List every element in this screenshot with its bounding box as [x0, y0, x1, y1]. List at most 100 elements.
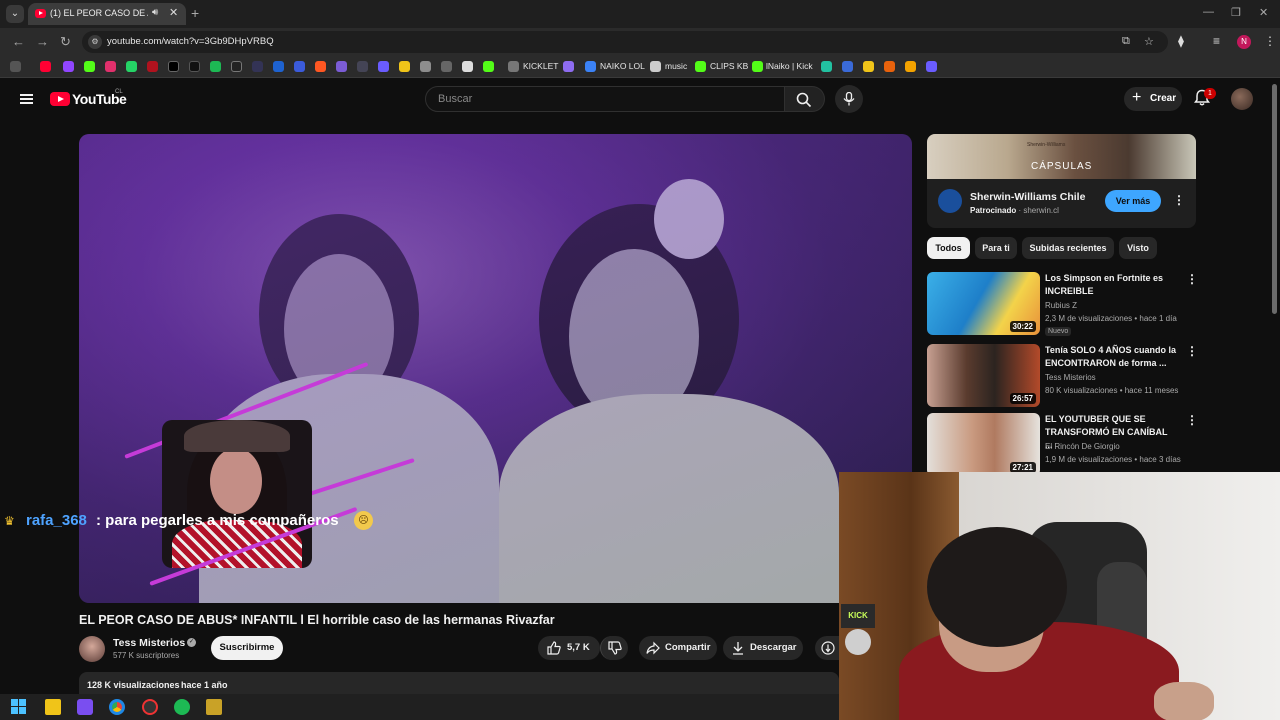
channel-name[interactable]: Tess Misterios — [113, 637, 185, 649]
video-title[interactable]: Tenía SOLO 4 AÑOS cuando la ENCONTRARON … — [1045, 344, 1177, 370]
bookmark-clips-kb[interactable]: CLIPS KB — [710, 61, 748, 71]
account-avatar[interactable] — [1231, 88, 1253, 110]
address-bar[interactable]: ⚙ youtube.com/watch?v=3Gb9DHpVRBQ ⧉ ☆ — [82, 31, 1168, 53]
recommended-video[interactable]: 27:21 EL YOUTUBER QUE SE TRANSFORMÓ EN C… — [927, 413, 1227, 477]
bookmark-teal-icon[interactable] — [821, 61, 832, 72]
voice-search-button[interactable] — [835, 85, 863, 113]
profile-avatar[interactable]: N — [1237, 35, 1251, 49]
like-button[interactable]: 5,7 K — [538, 636, 600, 660]
windows-start-icon[interactable] — [11, 699, 27, 715]
bookmark-naiko-kick[interactable]: lNaiko | Kick — [766, 61, 813, 71]
advertiser-name[interactable]: Sherwin-Williams Chile — [970, 191, 1085, 203]
forward-icon[interactable]: → — [36, 34, 49, 50]
video-title[interactable]: Los Simpson en Fortnite es INCREIBLE — [1045, 272, 1177, 298]
close-window-icon[interactable]: ✕ — [1259, 6, 1268, 19]
tab-search-button[interactable]: ⌄ — [6, 5, 24, 23]
league-icon[interactable] — [206, 699, 222, 715]
bookmark-kicklet-icon[interactable] — [508, 61, 519, 72]
back-icon[interactable]: ← — [12, 34, 25, 50]
bookmark-u-icon[interactable] — [905, 61, 916, 72]
subscribe-button[interactable]: Suscribirme — [211, 636, 283, 660]
file-explorer-icon[interactable] — [45, 699, 61, 715]
restore-icon[interactable]: ❐ — [1231, 6, 1241, 19]
bookmark-orange-icon[interactable] — [315, 61, 326, 72]
video-thumbnail[interactable]: 30:22 — [927, 272, 1040, 335]
bookmark-naiko-icon[interactable] — [585, 61, 596, 72]
browser-tab[interactable]: (1) EL PEOR CASO DE ABUS 🔊︎ ✕ — [28, 3, 186, 25]
site-info-icon[interactable]: ⚙ — [88, 35, 102, 49]
share-button[interactable]: Compartir — [639, 636, 717, 660]
download-button[interactable]: Descargar — [723, 636, 803, 660]
bookmark-yellow2-icon[interactable] — [863, 61, 874, 72]
bookmark-kicklet[interactable]: KICKLET — [523, 61, 558, 71]
bookmark-chart-icon[interactable] — [842, 61, 853, 72]
video-thumbnail[interactable]: 26:57 — [927, 344, 1040, 407]
bookmark-violet-icon[interactable] — [378, 61, 389, 72]
youtube-logo-icon[interactable] — [50, 92, 70, 106]
channel-avatar[interactable] — [79, 636, 105, 662]
bookmark-kick-icon[interactable] — [84, 61, 95, 72]
chip-visto[interactable]: Visto — [1119, 237, 1157, 259]
bookmark-purple-icon[interactable] — [336, 61, 347, 72]
bookmark-x-icon[interactable] — [168, 61, 179, 72]
bookmark-spotify-icon[interactable] — [210, 61, 221, 72]
channel-name[interactable]: Rubius Z — [1045, 301, 1077, 310]
recommended-video[interactable]: 30:22 Los Simpson en Fortnite es INCREIB… — [927, 272, 1227, 336]
speaker-icon[interactable]: 🔊︎ — [152, 7, 158, 18]
chrome-icon[interactable] — [109, 699, 125, 715]
taskbar-app-icon[interactable] — [77, 699, 93, 715]
bookmark-star-icon[interactable]: ☆ — [1144, 35, 1154, 48]
bookmark-clips-icon[interactable] — [695, 61, 706, 72]
minimize-icon[interactable]: — — [1203, 6, 1214, 18]
channel-name[interactable]: El Rincón De Giorgio — [1045, 442, 1120, 451]
create-button[interactable]: + Crear — [1124, 87, 1182, 111]
bookmark-yellow-icon[interactable] — [399, 61, 410, 72]
thanks-button[interactable] — [815, 636, 839, 660]
bookmark-whatsapp-icon[interactable] — [126, 61, 137, 72]
bookmark-orange2-icon[interactable] — [884, 61, 895, 72]
more-actions-icon[interactable]: ⋮ — [1186, 272, 1198, 286]
more-actions-icon[interactable]: ⋮ — [1186, 413, 1198, 427]
spotify-icon[interactable] — [174, 699, 190, 715]
bookmark-kick2-icon[interactable] — [483, 61, 494, 72]
cast-icon[interactable]: ⧉ — [1122, 35, 1130, 48]
chip-para-ti[interactable]: Para ti — [975, 237, 1017, 259]
apps-icon[interactable] — [10, 61, 21, 72]
ad-cta-button[interactable]: Ver más — [1105, 190, 1161, 212]
close-tab-icon[interactable]: ✕ — [169, 6, 178, 19]
ad-banner-image[interactable]: Sherwin-Williams CÁPSULAS — [927, 134, 1196, 179]
bookmark-music-icon[interactable] — [650, 61, 661, 72]
bookmark-music[interactable]: music — [665, 61, 687, 71]
bookmark-red-icon[interactable] — [147, 61, 158, 72]
bookmark-instagram-icon[interactable] — [105, 61, 116, 72]
bookmark-twitch-icon[interactable] — [63, 61, 74, 72]
bookmark-youtube-icon[interactable] — [40, 61, 51, 72]
bookmark-tiktok-icon[interactable] — [189, 61, 200, 72]
channel-name[interactable]: Tess Misterios — [1045, 373, 1096, 382]
video-thumbnail[interactable]: 27:21 — [927, 413, 1040, 476]
browser-menu-icon[interactable]: ⋮ — [1264, 34, 1276, 48]
page-scrollbar[interactable] — [1272, 84, 1277, 314]
bookmark-blue2-icon[interactable] — [294, 61, 305, 72]
bookmark-diamond-icon[interactable] — [462, 61, 473, 72]
dislike-button[interactable] — [600, 636, 628, 660]
extensions-icon[interactable]: ⧫ — [1178, 34, 1184, 48]
search-input[interactable]: Buscar — [425, 86, 785, 112]
search-button[interactable] — [785, 86, 825, 112]
sponsored-ad-card[interactable]: Sherwin-Williams CÁPSULAS Sherwin-Willia… — [927, 134, 1196, 228]
bookmark-naiko-kick-icon[interactable] — [752, 61, 763, 72]
bookmark-game-icon[interactable] — [441, 61, 452, 72]
bookmark-kk-icon[interactable] — [252, 61, 263, 72]
more-actions-icon[interactable]: ⋮ — [1186, 344, 1198, 358]
ad-more-icon[interactable]: ⋮ — [1173, 193, 1185, 207]
bookmark-grey-icon[interactable] — [357, 61, 368, 72]
bookmark-blue-icon[interactable] — [273, 61, 284, 72]
bookmark-sync-icon[interactable] — [926, 61, 937, 72]
bookmark-cat-icon[interactable] — [420, 61, 431, 72]
obs-icon[interactable] — [142, 699, 158, 715]
bookmark-naiko-lol[interactable]: NAIKO LOL — [600, 61, 645, 71]
recommended-video[interactable]: 26:57 Tenía SOLO 4 AÑOS cuando la ENCONT… — [927, 344, 1227, 408]
media-control-icon[interactable]: ≡ — [1213, 34, 1220, 48]
chip-todos[interactable]: Todos — [927, 237, 970, 259]
chip-subidas-recientes[interactable]: Subidas recientes — [1022, 237, 1114, 259]
